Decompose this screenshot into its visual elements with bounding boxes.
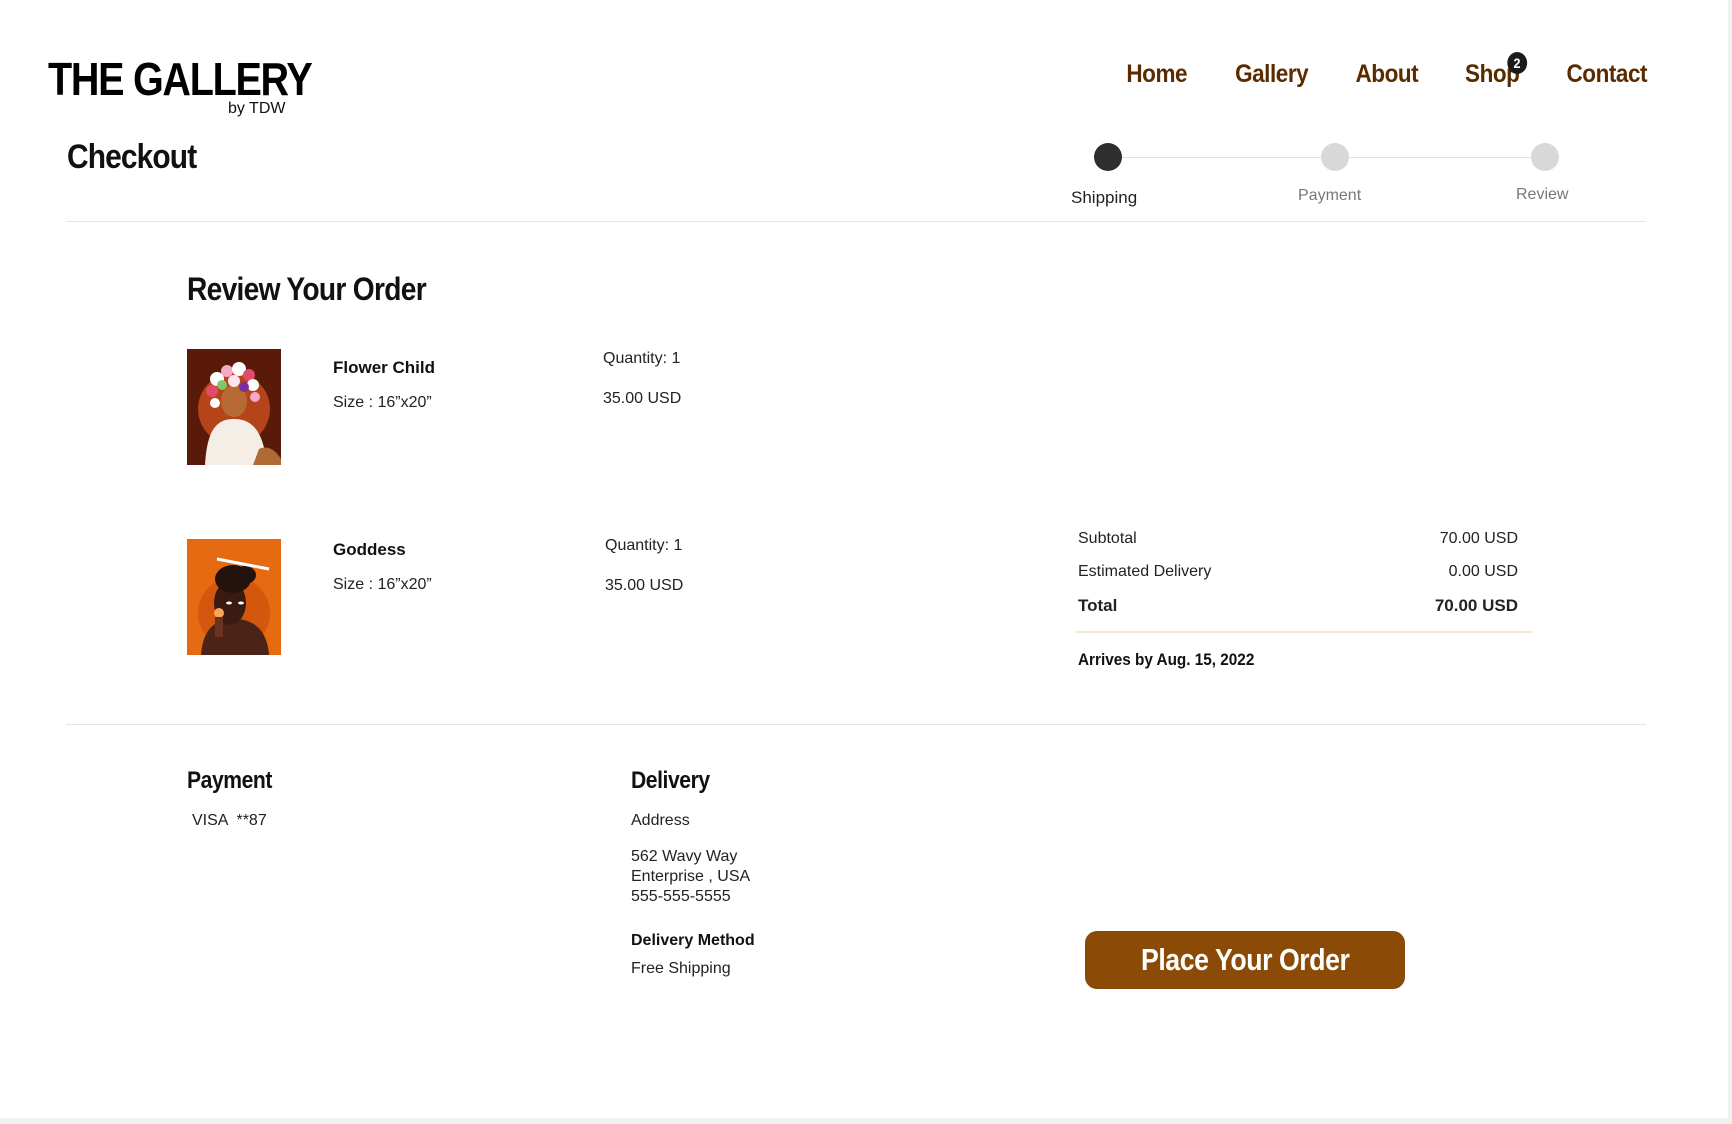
item-name: Goddess	[333, 540, 406, 559]
nav-home-label: Home	[1126, 60, 1188, 88]
nav-contact-label: Contact	[1566, 60, 1648, 88]
nav-about[interactable]: About	[1356, 60, 1419, 89]
header-divider	[66, 221, 1646, 222]
flower-child-artwork	[187, 349, 281, 465]
step-review-dot[interactable]	[1531, 143, 1559, 171]
nav-gallery[interactable]: Gallery	[1235, 60, 1309, 89]
nav-contact[interactable]: Contact	[1567, 60, 1648, 89]
page-title: Checkout	[67, 138, 197, 176]
page-bottom-edge	[0, 1118, 1732, 1124]
address-line-2: Enterprise , USA	[631, 868, 751, 885]
address-label: Address	[631, 812, 690, 829]
address-line-1: 562 Wavy Way	[631, 848, 738, 865]
product-thumbnail[interactable]	[187, 349, 281, 465]
cart-count-badge: 2	[1506, 52, 1527, 74]
nav-about-label: About	[1355, 60, 1419, 88]
payment-card: VISA **87	[192, 812, 267, 829]
step-payment-label: Payment	[1298, 187, 1362, 204]
place-order-button[interactable]: Place Your Order	[1085, 931, 1405, 989]
delivery-title: Delivery	[631, 767, 710, 794]
main-nav: Home Gallery About Shop 2 Contact	[1083, 52, 1652, 89]
address-phone: 555-555-5555	[631, 888, 731, 905]
item-size: Size : 16”x20”	[333, 394, 432, 411]
scrollbar-track[interactable]	[1728, 0, 1732, 1124]
item-price: 35.00 USD	[603, 390, 682, 407]
step-review-label: Review	[1516, 186, 1569, 203]
payment-title: Payment	[187, 767, 272, 794]
product-thumbnail[interactable]	[187, 539, 281, 655]
place-order-label: Place Your Order	[1140, 942, 1350, 977]
section-divider	[66, 724, 1646, 725]
step-shipping-dot[interactable]	[1094, 143, 1122, 171]
nav-gallery-label: Gallery	[1235, 60, 1309, 88]
arrival-estimate: Arrives by Aug. 15, 2022	[1078, 650, 1255, 669]
item-quantity: Quantity: 1	[603, 350, 681, 367]
step-shipping-label: Shipping	[1071, 188, 1138, 207]
delivery-method-label: Delivery Method	[631, 932, 755, 949]
review-title: Review Your Order	[187, 271, 427, 307]
item-quantity: Quantity: 1	[605, 537, 683, 554]
estimated-delivery-label: Estimated Delivery	[1078, 563, 1212, 580]
nav-home[interactable]: Home	[1127, 60, 1188, 89]
total-value: 70.00 USD	[1434, 596, 1518, 615]
total-label: Total	[1078, 596, 1118, 615]
summary-divider	[1075, 631, 1533, 633]
subtotal-label: Subtotal	[1078, 530, 1137, 547]
subtotal-value: 70.00 USD	[1439, 530, 1518, 547]
logo[interactable]: THE GALLERY by TDW	[48, 52, 354, 117]
item-size: Size : 16”x20”	[333, 576, 432, 593]
logo-title: THE GALLERY	[48, 53, 313, 105]
item-name: Flower Child	[333, 358, 435, 377]
estimated-delivery-value: 0.00 USD	[1448, 563, 1518, 580]
step-payment-dot[interactable]	[1321, 143, 1349, 171]
delivery-method-value: Free Shipping	[631, 960, 731, 977]
checkout-page: THE GALLERY by TDW Home Gallery About Sh…	[0, 0, 1732, 1124]
nav-shop[interactable]: Shop 2	[1465, 52, 1527, 89]
goddess-artwork	[187, 539, 281, 655]
logo-subtitle: by TDW	[228, 100, 286, 117]
item-price: 35.00 USD	[605, 577, 684, 594]
